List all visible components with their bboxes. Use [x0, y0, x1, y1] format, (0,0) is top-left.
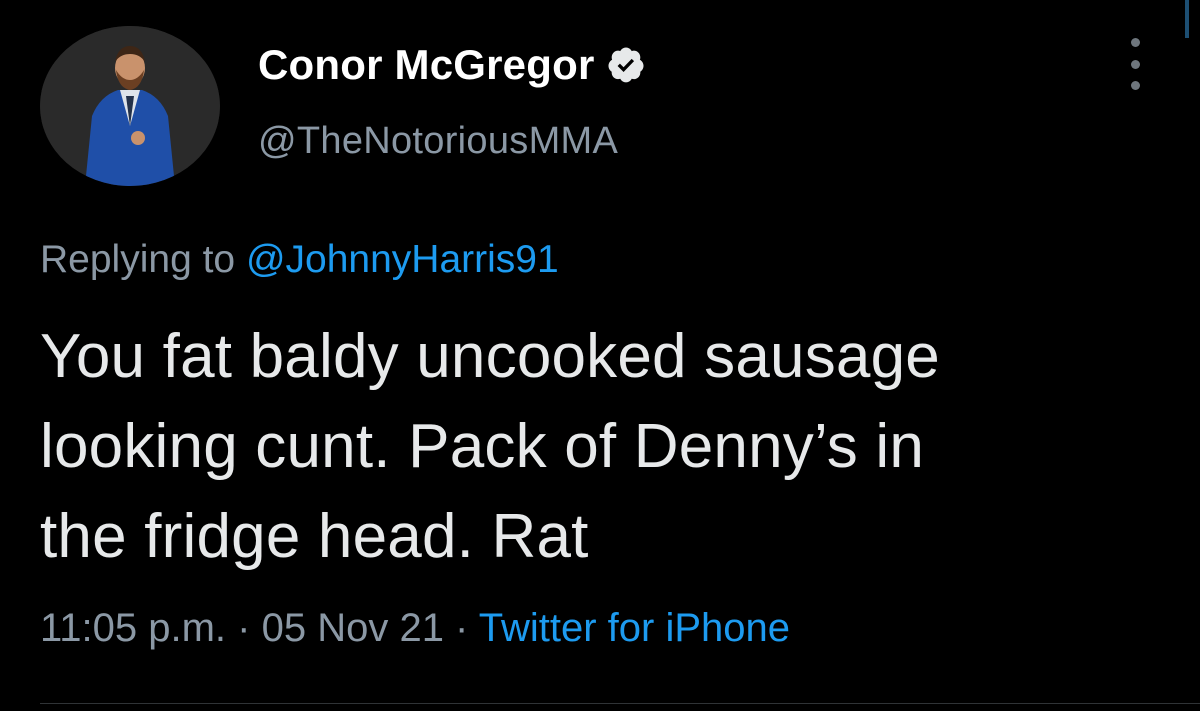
meta-separator: · — [443, 606, 479, 650]
tweet-meta: 11:05 p.m. · 05 Nov 21 · Twitter for iPh… — [40, 606, 790, 651]
tweet-time[interactable]: 11:05 p.m. — [40, 606, 226, 650]
more-dot-icon — [1130, 59, 1140, 69]
meta-separator: · — [226, 606, 262, 650]
scroll-indicator — [1185, 0, 1189, 38]
profile-photo-icon — [40, 26, 220, 186]
display-name[interactable]: Conor McGregor — [258, 41, 594, 89]
tweet-text-line: You fat baldy uncooked sausage — [40, 322, 940, 391]
author-handle[interactable]: @TheNotoriousMMA — [258, 120, 618, 163]
avatar[interactable] — [40, 26, 220, 186]
reply-mention-link[interactable]: @JohnnyHarris91 — [246, 238, 559, 281]
tweet-text-line: looking cunt. Pack of Denny’s in — [40, 412, 925, 481]
author-name-row[interactable]: Conor McGregor — [258, 40, 646, 90]
more-options-button[interactable] — [1118, 38, 1152, 90]
tweet-card: Conor McGregor @TheNotoriousMMA Replying… — [0, 0, 1200, 711]
more-dot-icon — [1130, 81, 1140, 90]
divider — [40, 703, 1200, 704]
replying-to-line: Replying to @JohnnyHarris91 — [40, 238, 559, 282]
tweet-text-line: the fridge head. Rat — [40, 502, 589, 571]
replying-to-label: Replying to — [40, 238, 246, 281]
tweet-date[interactable]: 05 Nov 21 — [262, 606, 444, 650]
more-dot-icon — [1130, 38, 1140, 47]
tweet-text: You fat baldy uncooked sausage looking c… — [40, 312, 1150, 582]
tweet-source-link[interactable]: Twitter for iPhone — [479, 606, 790, 650]
verified-badge-icon — [608, 47, 644, 83]
